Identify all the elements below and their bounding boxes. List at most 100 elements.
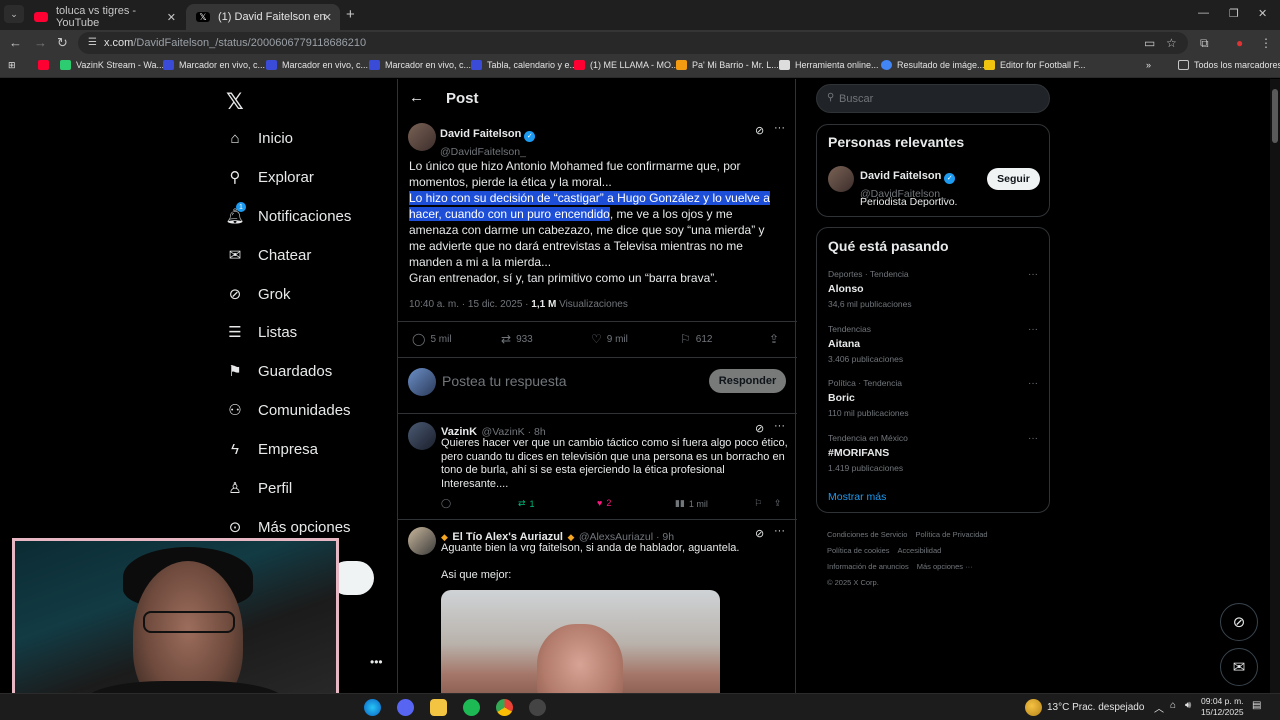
nav-more[interactable]: ⊙ Más opciones: [226, 518, 351, 537]
tab-youtube[interactable]: toluca vs tigres - YouTube ✕: [24, 4, 184, 30]
trend-item[interactable]: Tendencia en México #MORIFANS 1.419 publ…: [828, 433, 1040, 473]
restore-icon[interactable]: ❐: [1229, 7, 1239, 20]
back-arrow-icon[interactable]: ←: [409, 89, 424, 106]
nav-home[interactable]: ⌂ Inicio: [226, 129, 293, 147]
more-options-icon[interactable]: ···: [1028, 324, 1038, 335]
bookmark-item[interactable]: Resultado de imáge...: [881, 60, 985, 70]
apps-icon[interactable]: ⊞: [8, 60, 16, 71]
edge-icon[interactable]: [364, 699, 381, 716]
tab-x-post[interactable]: 𝕏 (1) David Faitelson en X: "Lo ún ✕: [186, 4, 340, 30]
bookmark-star-icon[interactable]: ☆: [1166, 36, 1177, 50]
author-info[interactable]: David Faitelson ✓ @DavidFaitelson_: [440, 124, 536, 160]
my-avatar[interactable]: [408, 368, 436, 396]
like-button[interactable]: ♥ 2: [597, 498, 611, 508]
nav-chat[interactable]: ✉ Chatear: [226, 246, 312, 265]
author-avatar[interactable]: [408, 123, 436, 151]
close-window-icon[interactable]: ✕: [1258, 7, 1267, 20]
all-bookmarks-folder[interactable]: Todos los marcadores: [1178, 60, 1280, 70]
share-button[interactable]: ⇪: [774, 498, 782, 509]
bookmark-item[interactable]: Herramienta online...: [779, 60, 879, 70]
nav-explore[interactable]: ⚲ Explorar: [226, 168, 314, 187]
extensions-icon[interactable]: ⧉: [1200, 36, 1209, 51]
reply-submit-button[interactable]: Responder: [709, 369, 786, 393]
reply-button[interactable]: ◯ 5 mil: [412, 332, 452, 346]
bookmark-youtube[interactable]: [38, 60, 49, 70]
weather-text[interactable]: 13°C Prac. despejado: [1047, 702, 1144, 713]
views-button[interactable]: ▮▮ 1 mil: [675, 498, 708, 509]
account-menu-dots-icon[interactable]: •••: [370, 655, 383, 669]
grok-icon[interactable]: ⊘: [755, 124, 764, 137]
nav-communities[interactable]: ⚇ Comunidades: [226, 401, 350, 420]
site-info-icon[interactable]: ☰: [88, 37, 97, 48]
reply-item[interactable]: ◆ El Tío Alex's Auriazul ◆ @AlexsAuriazu…: [398, 519, 797, 693]
bookmark-item[interactable]: Pa' Mi Barrio - Mr. L...: [676, 60, 779, 70]
bookmark-item[interactable]: VazinK Stream - Wa...: [60, 60, 164, 70]
grok-fab-icon[interactable]: ⊘: [1220, 603, 1258, 641]
bookmark-item[interactable]: Marcador en vivo, c...: [266, 60, 368, 70]
more-bookmarks-icon[interactable]: »: [1146, 60, 1151, 70]
nav-bookmarks[interactable]: ⚑ Guardados: [226, 362, 332, 381]
spotify-icon[interactable]: [463, 699, 480, 716]
nav-business[interactable]: ϟ Empresa: [226, 440, 318, 458]
address-bar[interactable]: ☰ x.com/DavidFaitelson_/status/200060677…: [78, 32, 1188, 54]
bookmark-item[interactable]: Marcador en vivo, c...: [163, 60, 265, 70]
minimize-icon[interactable]: —: [1198, 7, 1209, 19]
bookmark-item[interactable]: (1) ME LLAMA - MO...: [574, 60, 679, 70]
search-input[interactable]: ⚲ Buscar: [816, 84, 1050, 113]
trend-item[interactable]: Deportes · Tendencia Alonso 34,6 mil pub…: [828, 269, 1040, 309]
more-options-icon[interactable]: ···: [1028, 433, 1038, 444]
reply-avatar[interactable]: [408, 422, 436, 450]
scrollbar-thumb[interactable]: [1272, 89, 1278, 143]
close-tab-icon[interactable]: ✕: [323, 11, 332, 24]
nav-lists[interactable]: ☰ Listas: [226, 323, 297, 342]
more-options-icon[interactable]: ···: [774, 122, 785, 134]
reply-avatar[interactable]: [408, 527, 436, 555]
reply-input[interactable]: Postea tu respuesta: [442, 373, 567, 389]
scrollbar[interactable]: [1270, 79, 1280, 693]
bookmark-button[interactable]: ⚐: [754, 498, 762, 509]
reload-icon[interactable]: ↻: [57, 35, 68, 51]
reply-item[interactable]: VazinK @VazinK · 8h ⊘ ··· Quieres hacer …: [398, 413, 797, 519]
install-app-icon[interactable]: ▭: [1144, 36, 1155, 50]
bookmark-button[interactable]: ⚐ 612: [680, 332, 712, 346]
show-more-link[interactable]: Mostrar más: [828, 491, 886, 503]
follow-button[interactable]: Seguir: [987, 168, 1040, 190]
reply-button[interactable]: ◯: [441, 498, 451, 509]
bookmark-item[interactable]: Tabla, calendario y e...: [471, 60, 577, 70]
tray-chevron-icon[interactable]: ︿: [1154, 700, 1164, 715]
bookmark-item[interactable]: Marcador en vivo, c...: [369, 60, 471, 70]
chrome-menu-icon[interactable]: ⋮: [1260, 36, 1272, 50]
profile-icon[interactable]: ●: [1236, 36, 1243, 50]
back-icon[interactable]: ←: [9, 35, 22, 50]
network-icon[interactable]: ⌂: [1170, 700, 1176, 711]
discord-icon[interactable]: [397, 699, 414, 716]
tab-search-icon[interactable]: ⌄: [4, 5, 24, 23]
trend-item[interactable]: Política · Tendencia Boric 110 mil publi…: [828, 378, 1040, 418]
obs-icon[interactable]: [529, 699, 546, 716]
notifications-icon[interactable]: ▤: [1252, 700, 1261, 711]
trend-item[interactable]: Tendencias Aitana 3.406 publicaciones ··…: [828, 324, 1040, 364]
nav-notifications[interactable]: 🔔︎ 1 Notificaciones: [225, 202, 351, 225]
relevant-avatar[interactable]: [828, 166, 854, 192]
nav-profile[interactable]: ♙ Perfil: [226, 479, 292, 498]
messages-fab-icon[interactable]: ✉: [1220, 648, 1258, 686]
reply-image[interactable]: [441, 590, 720, 693]
bookmark-item[interactable]: Editor for Football F...: [984, 60, 1086, 70]
volume-icon[interactable]: 🔊︎: [1185, 700, 1191, 711]
x-logo-icon[interactable]: 𝕏: [226, 89, 244, 115]
share-button[interactable]: ⇪: [769, 332, 779, 346]
nav-grok[interactable]: ⊘ Grok: [226, 285, 291, 304]
repost-button[interactable]: ⇄ 933: [501, 332, 533, 346]
explorer-folder-icon[interactable]: [430, 699, 447, 716]
more-options-icon[interactable]: ···: [774, 420, 785, 432]
more-options-icon[interactable]: ···: [774, 525, 785, 537]
new-tab-icon[interactable]: +: [346, 6, 355, 23]
clock[interactable]: 09:04 p. m. 15/12/2025: [1201, 696, 1244, 718]
grok-icon[interactable]: ⊘: [755, 422, 764, 435]
forward-icon[interactable]: →: [34, 35, 47, 50]
more-options-icon[interactable]: ···: [1028, 269, 1038, 280]
like-button[interactable]: ♡ 9 mil: [591, 332, 628, 346]
grok-icon[interactable]: ⊘: [755, 527, 764, 540]
close-tab-icon[interactable]: ✕: [167, 11, 176, 24]
chrome-icon[interactable]: [496, 699, 513, 716]
